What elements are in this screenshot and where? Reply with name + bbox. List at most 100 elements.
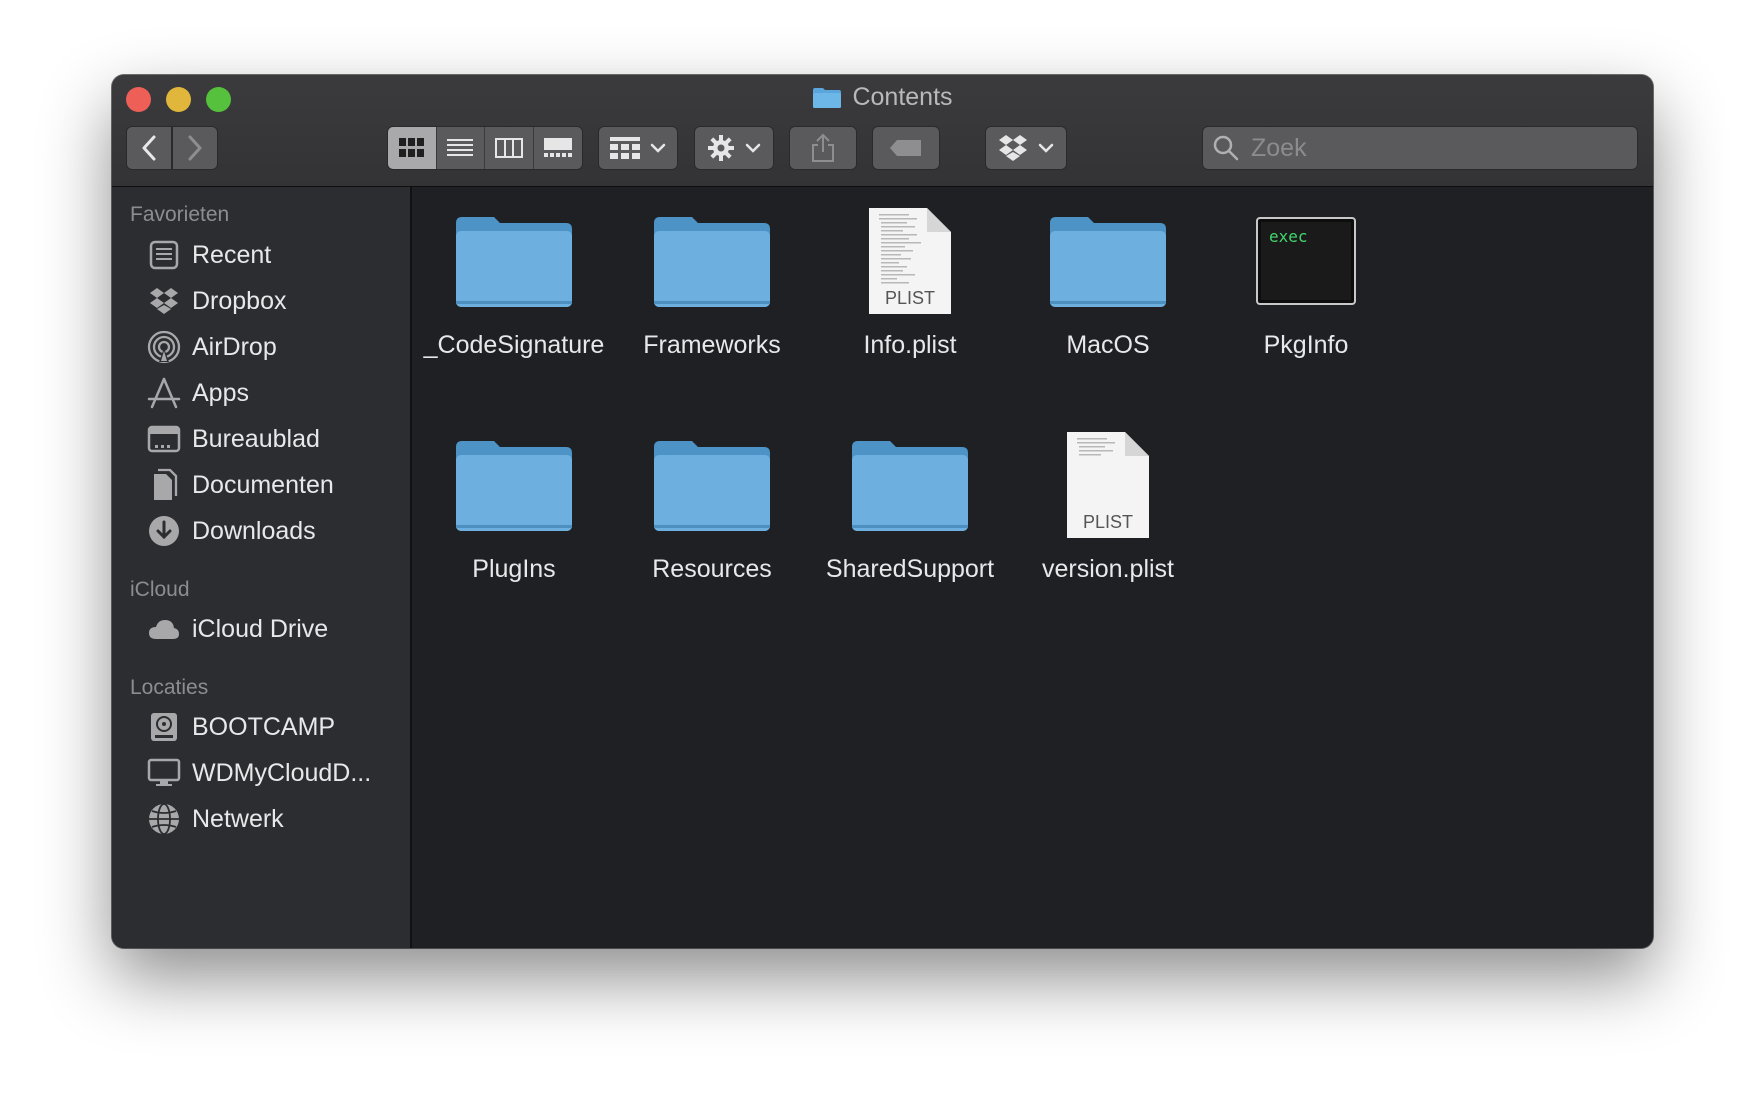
dropbox-icon [999,135,1027,161]
sidebar-item-wdmycloud[interactable]: WDMyCloudD... [146,753,371,793]
file-item-macos[interactable]: MacOS [1008,201,1208,360]
folder-icon [612,201,812,321]
file-item-version-plist[interactable]: PLIST version.plist [1008,425,1208,584]
apps-icon [146,375,182,411]
file-name: Resources [652,555,772,583]
column-view-button[interactable] [485,127,534,169]
list-view-button[interactable] [436,127,486,169]
chevron-down-icon [1038,143,1054,153]
plist-badge: PLIST [884,288,936,308]
exec-badge: exec [1269,227,1308,246]
downloads-icon [146,513,182,549]
folder-icon [1008,201,1208,321]
sidebar-item-label: AirDrop [192,332,277,361]
file-name: MacOS [1066,331,1150,359]
file-item-plugins[interactable]: PlugIns [414,425,614,584]
sidebar-item-documents[interactable]: Documenten [146,465,334,505]
back-button[interactable] [126,126,172,170]
file-item-resources[interactable]: Resources [612,425,812,584]
icon-view-button[interactable] [388,127,437,169]
plist-document-icon: PLIST [1008,425,1208,545]
file-name: _CodeSignature [423,331,605,359]
sidebar-section-title: Favorieten [130,203,230,226]
window-title-text: Contents [852,83,953,111]
view-mode-control [387,126,583,170]
airdrop-icon [146,329,182,365]
sidebar-item-icloud-drive[interactable]: iCloud Drive [146,609,328,649]
monitor-icon [146,755,182,791]
sidebar-item-label: Downloads [192,516,316,545]
file-name: PlugIns [472,555,556,583]
file-item-codesignature[interactable]: _CodeSignature [414,201,614,360]
sidebar-item-label: BOOTCAMP [192,712,336,741]
search-input[interactable] [1249,132,1633,164]
sidebar-item-apps[interactable]: Apps [146,373,249,413]
sidebar-item-label: iCloud Drive [192,614,329,643]
sidebar-item-label: Apps [192,378,249,407]
sidebar-item-airdrop[interactable]: AirDrop [146,327,277,367]
file-item-sharedsupport[interactable]: SharedSupport [810,425,1010,584]
tag-icon [890,140,921,156]
search-icon [1213,135,1239,161]
gallery-view-button[interactable] [533,127,582,169]
sidebar-item-dropbox[interactable]: Dropbox [146,281,287,321]
terminal-exec-icon: exec [1206,201,1406,321]
file-name: SharedSupport [825,555,995,583]
folder-icon [810,425,1010,545]
documents-icon [146,467,182,503]
sidebar: Favorieten Recent Dropbox AirDrop Apps B… [112,187,412,948]
window-title: Contents [112,83,1653,112]
network-icon [146,801,182,837]
sidebar-section-title: iCloud [130,578,190,601]
sidebar-item-network[interactable]: Netwerk [146,799,284,839]
titlebar: Contents [112,75,1653,187]
share-button[interactable] [789,126,857,170]
forward-button[interactable] [172,126,218,170]
file-name: PkgInfo [1263,331,1349,359]
columns-icon [494,138,523,158]
chevron-left-icon [142,135,156,161]
group-button[interactable] [598,126,678,170]
sidebar-item-label: Dropbox [192,286,287,315]
desktop-icon [146,421,182,457]
sidebar-item-label: Documenten [192,470,334,499]
plist-badge: PLIST [1082,512,1134,532]
plist-document-icon: PLIST [810,201,1010,321]
chevron-down-icon [650,143,666,153]
folder-icon [812,87,842,109]
sidebar-section-title: Locaties [130,676,209,699]
chevron-down-icon [745,143,761,153]
file-name: Frameworks [643,331,781,359]
group-grid-icon [610,137,640,159]
dropbox-button[interactable] [985,126,1067,170]
folder-icon [612,425,812,545]
cloud-icon [146,611,182,647]
action-menu-button[interactable] [694,126,774,170]
sidebar-item-label: WDMyCloudD... [192,758,372,787]
search-field[interactable] [1202,126,1638,170]
sidebar-item-bootcamp[interactable]: BOOTCAMP [146,707,335,747]
disk-icon [146,709,182,745]
file-item-pkginfo[interactable]: exec PkgInfo [1206,201,1406,360]
file-item-frameworks[interactable]: Frameworks [612,201,812,360]
file-grid: _CodeSignature Frameworks PLIST Info.pli… [412,187,1653,948]
gallery-icon [543,138,572,157]
file-name: version.plist [1042,555,1174,583]
file-name: Info.plist [863,331,957,359]
sidebar-item-label: Netwerk [192,804,284,833]
share-icon [812,133,834,162]
sidebar-item-label: Recent [192,240,272,269]
gear-icon [708,135,734,161]
sidebar-item-label: Bureaublad [192,424,320,453]
finder-window: Contents Zoek Favorieten Recent Dropbox … [112,75,1653,948]
recent-icon [146,237,182,273]
tags-button[interactable] [872,126,940,170]
sidebar-item-downloads[interactable]: Downloads [146,511,316,551]
sidebar-item-recent[interactable]: Recent [146,235,271,275]
sidebar-item-desktop[interactable]: Bureaublad [146,419,320,459]
grid-icon [398,138,424,157]
file-item-info-plist[interactable]: PLIST Info.plist [810,201,1010,360]
folder-icon [414,425,614,545]
dropbox-icon [146,283,182,319]
list-icon [447,139,474,156]
